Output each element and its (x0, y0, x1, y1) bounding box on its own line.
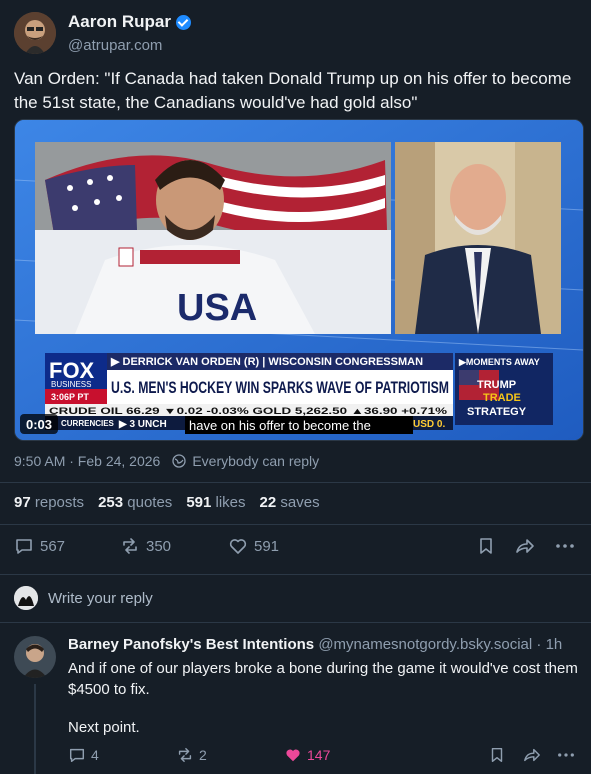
ticker-currencies-label: CURRENCIES (61, 419, 115, 428)
reply-icon (16, 539, 32, 554)
lower-third-name: ▶ DERRICK VAN ORDEN (R) | WISCONSIN CONG… (110, 356, 423, 368)
likes-stat[interactable]: 591 likes (186, 494, 245, 511)
more-dots-icon (556, 544, 574, 548)
share-icon (516, 539, 534, 553)
promo-line-3: STRATEGY (467, 406, 527, 418)
lower-third-headline: U.S. MEN'S HOCKEY WIN SPARKS WAVE OF PAT… (111, 378, 449, 397)
reply-author-line: Barney Panofsky's Best Intentions @mynam… (68, 636, 562, 653)
video-player[interactable]: USA ▶ DERRICK VAN ORDEN (R) | WISCONSIN … (14, 119, 584, 441)
reply-composer[interactable]: Write your reply (14, 586, 153, 610)
repost-icon (178, 747, 192, 763)
more-options-button[interactable] (554, 536, 576, 556)
video-duration: 0:03 (26, 417, 52, 432)
reply-button[interactable]: 567 (14, 536, 65, 556)
post-actions: 567 350 591 (14, 536, 580, 560)
reply-repost-button[interactable]: 2 (176, 746, 207, 764)
video-caption: have on his offer to become the (189, 418, 371, 433)
reply-text: And if one of our players broke a bone d… (68, 660, 578, 736)
ticker-row-2: ▶ 3 UNCH (118, 419, 167, 430)
moments-away-text: ▶MOMENTS AWAY (458, 357, 540, 367)
video-frame: USA ▶ DERRICK VAN ORDEN (R) | WISCONSIN … (15, 120, 583, 440)
verified-badge-icon (175, 14, 191, 30)
reply-bookmark-button[interactable] (488, 746, 506, 764)
saves-stat[interactable]: 22 saves (260, 494, 320, 511)
bookmark-icon (480, 538, 492, 554)
ticker-row-1: CRUDE OIL 66.29 ▼0.02 -0.03% GOLD 5,262.… (49, 406, 447, 416)
reposts-stat[interactable]: 97 reposts (14, 494, 84, 511)
ticker-row-2-end: USD 0. (413, 419, 445, 430)
reply-time[interactable]: · 1h (536, 636, 562, 653)
bookmark-icon (491, 747, 503, 763)
jersey-usa-text: USA (177, 287, 257, 329)
divider (0, 574, 591, 575)
bookmark-button[interactable] (476, 536, 496, 556)
author-handle[interactable]: @atrupar.com (68, 37, 162, 54)
reply-setting[interactable]: Everybody can reply (192, 453, 319, 469)
heart-icon (229, 539, 247, 554)
reply-author-name[interactable]: Barney Panofsky's Best Intentions (68, 636, 314, 653)
repost-icon (123, 538, 137, 554)
reply-placeholder[interactable]: Write your reply (48, 590, 153, 607)
clock-text: 3:06P PT (51, 392, 89, 402)
author-avatar[interactable] (14, 12, 56, 54)
fox-business-text: BUSINESS (51, 380, 91, 389)
divider (0, 622, 591, 623)
share-button[interactable] (514, 536, 536, 556)
reply-like-button[interactable]: 147 (284, 746, 330, 764)
reply-share-button[interactable] (522, 746, 542, 764)
post-timestamp[interactable]: 9:50 AM · Feb 24, 2026 (14, 453, 160, 469)
thread-line (34, 684, 36, 774)
reply-reply-button[interactable]: 4 (68, 746, 99, 764)
post-stats: 97 reposts 253 quotes 591 likes 22 saves (14, 494, 320, 511)
divider (0, 482, 591, 483)
share-icon (524, 748, 540, 762)
reply-more-options-button[interactable] (556, 746, 576, 764)
post-text: Van Orden: "If Canada had taken Donald T… (14, 69, 572, 112)
divider (0, 524, 591, 525)
more-dots-icon (558, 753, 574, 757)
current-user-avatar (14, 586, 38, 610)
like-button[interactable]: 591 (228, 536, 279, 556)
heart-filled-icon (286, 749, 300, 762)
reply-author-avatar[interactable] (14, 636, 56, 678)
author-name[interactable]: Aaron Rupar (68, 12, 191, 32)
globe-icon (172, 454, 186, 468)
post-timestamp-row: 9:50 AM · Feb 24, 2026 Everybody can rep… (14, 453, 319, 469)
reply-author-handle[interactable]: @mynamesnotgordy.bsky.social (318, 636, 532, 653)
quotes-stat[interactable]: 253 quotes (98, 494, 172, 511)
reply-icon (69, 748, 85, 763)
repost-button[interactable]: 350 (120, 536, 171, 556)
promo-line-2: TRADE (483, 392, 521, 404)
promo-line-1: TRUMP (477, 379, 516, 391)
